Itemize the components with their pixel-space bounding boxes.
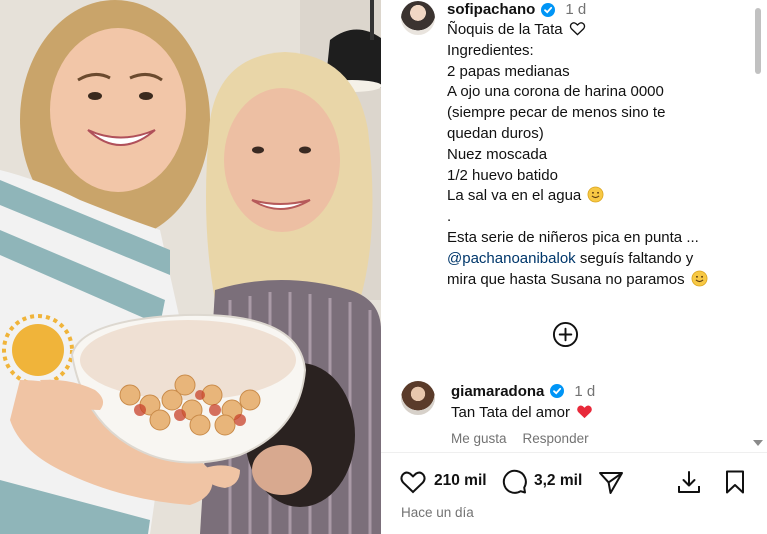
comment-reply-button[interactable]: Responder — [523, 431, 589, 446]
commenter-username[interactable]: giamaradona — [451, 383, 544, 400]
caption-line: A ojo una corona de harina 0000 — [447, 83, 664, 101]
smile-emoji — [691, 270, 708, 286]
outline-heart-emoji — [569, 22, 586, 36]
verified-badge-icon — [541, 3, 556, 17]
post-photo — [0, 0, 381, 534]
photo-illustration — [0, 0, 381, 534]
bookmark-icon[interactable] — [721, 468, 749, 496]
caption-line: quedan duros) — [447, 124, 544, 142]
comments-scrollbar[interactable] — [753, 0, 763, 452]
caption-line: Esta serie de niñeros pica en punta ... — [447, 228, 699, 246]
red-heart-emoji — [577, 405, 592, 419]
post-actions-bar: 210 mil 3,2 mil Hace un día — [381, 453, 767, 534]
post-date: Hace un día — [401, 505, 474, 520]
download-icon[interactable] — [675, 468, 703, 496]
heart-icon[interactable] — [399, 468, 427, 496]
comment-item: giamaradona 1 d Tan Tata del amor Me gus… — [451, 381, 751, 447]
comment-icon[interactable] — [500, 468, 528, 496]
caption-line: Nuez moscada — [447, 145, 548, 163]
caption-line: @pachanoanibalok seguís faltando y — [447, 249, 694, 267]
comment-text: Tan Tata del amor — [451, 403, 751, 421]
caption-line: (siempre pecar de menos sino te — [447, 104, 666, 122]
smile-emoji — [588, 186, 604, 203]
caption-line: Ingredientes: — [447, 41, 534, 59]
likes-count[interactable]: 210 mil — [434, 472, 487, 490]
scrollbar-thumb[interactable] — [755, 8, 761, 74]
load-more-comments-button[interactable] — [552, 321, 579, 348]
caption-line: . — [447, 208, 452, 226]
comments-scroll-area[interactable]: sofipachano 1 d Ñoquis de la Tata Ingred… — [381, 0, 753, 452]
scrollbar-down-arrow[interactable] — [753, 440, 763, 446]
caption-line: 1/2 huevo batido — [447, 166, 558, 184]
share-icon[interactable] — [597, 468, 625, 496]
post-caption: sofipachano 1 d Ñoquis de la Tata Ingred… — [447, 0, 747, 290]
caption-line: 2 papas medianas — [447, 62, 570, 80]
caption-line: mira que hasta Susana no paramos — [447, 270, 747, 291]
comment-time[interactable]: 1 d — [574, 383, 595, 400]
author-avatar[interactable] — [401, 1, 435, 35]
comment-like-button[interactable]: Me gusta — [451, 431, 507, 446]
post-side-panel: sofipachano 1 d Ñoquis de la Tata Ingred… — [381, 0, 767, 534]
caption-line: La sal va en el agua — [447, 186, 747, 207]
commenter-avatar[interactable] — [401, 381, 435, 415]
post-time[interactable]: 1 d — [565, 0, 586, 20]
verified-badge-icon — [550, 384, 565, 398]
caption-line: Ñoquis de la Tata — [447, 20, 747, 41]
author-username[interactable]: sofipachano — [447, 0, 535, 20]
mention-link[interactable]: @pachanoanibalok — [447, 250, 576, 267]
comments-count[interactable]: 3,2 mil — [534, 472, 582, 490]
